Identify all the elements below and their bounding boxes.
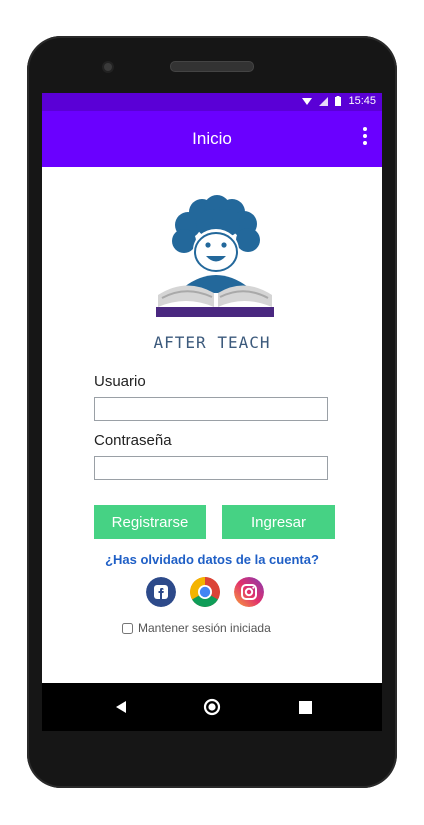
forgot-account-link[interactable]: ¿Has olvidado datos de la cuenta? xyxy=(42,552,382,567)
keep-session-option[interactable]: Mantener sesión iniciada xyxy=(122,621,271,635)
brand-text: AFTER TEACH xyxy=(153,333,271,352)
after-teach-logo-icon xyxy=(156,195,274,317)
android-nav-bar xyxy=(42,683,382,731)
register-button[interactable]: Registrarse xyxy=(94,505,206,539)
login-content: AFTER TEACH Usuario Contraseña Registrar… xyxy=(42,167,382,683)
battery-icon xyxy=(335,96,342,106)
status-time: 15:45 xyxy=(348,95,376,107)
recents-square-icon xyxy=(298,700,312,714)
earpiece-speaker xyxy=(170,61,254,72)
wifi-icon xyxy=(302,97,313,105)
signal-icon xyxy=(319,96,329,106)
username-input[interactable] xyxy=(94,397,328,421)
phone-screen: 15:45 Inicio AFTER TEACH Usuario Contras… xyxy=(42,93,382,731)
keep-session-label: Mantener sesión iniciada xyxy=(138,621,271,635)
page-title: Inicio xyxy=(192,129,232,148)
app-bar: Inicio xyxy=(42,111,382,167)
facebook-icon[interactable] xyxy=(146,577,176,607)
home-button[interactable] xyxy=(200,695,224,719)
password-input[interactable] xyxy=(94,456,328,480)
recents-button[interactable] xyxy=(293,695,317,719)
login-button[interactable]: Ingresar xyxy=(222,505,335,539)
overflow-menu-icon[interactable] xyxy=(362,127,368,148)
keep-session-checkbox[interactable] xyxy=(122,622,133,634)
home-circle-icon xyxy=(203,698,221,716)
username-label: Usuario xyxy=(94,373,146,390)
back-triangle-icon xyxy=(116,701,126,713)
status-bar: 15:45 xyxy=(42,93,382,111)
instagram-icon[interactable] xyxy=(234,577,264,607)
chrome-icon[interactable] xyxy=(190,577,220,607)
back-button[interactable] xyxy=(109,695,133,719)
front-camera xyxy=(104,63,112,71)
password-label: Contraseña xyxy=(94,432,172,449)
